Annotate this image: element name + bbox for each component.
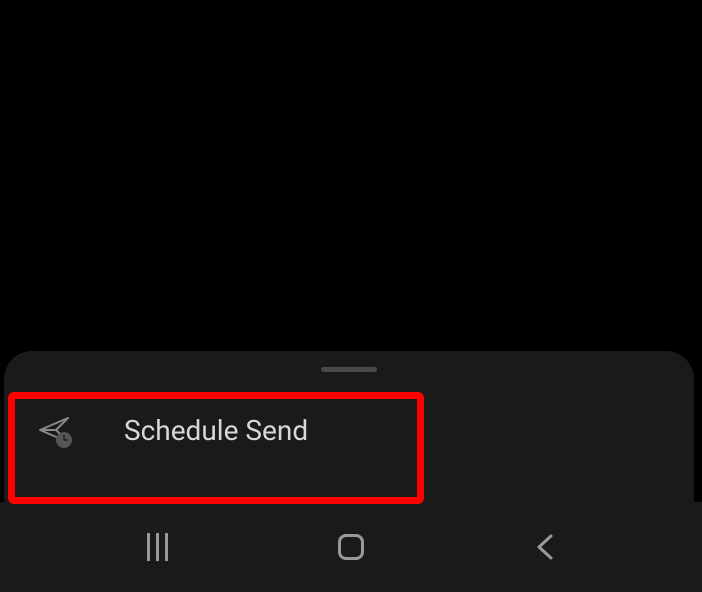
recents-button[interactable] <box>127 527 187 567</box>
home-icon <box>338 534 364 560</box>
bottom-sheet: Schedule Send <box>4 351 694 502</box>
home-button[interactable] <box>321 527 381 567</box>
navigation-bar <box>0 502 702 592</box>
back-button[interactable] <box>515 527 575 567</box>
recents-icon <box>147 533 168 561</box>
drag-handle[interactable] <box>321 367 377 372</box>
schedule-send-label: Schedule Send <box>124 414 308 447</box>
back-icon <box>535 532 555 562</box>
plane-clock-icon <box>36 410 76 450</box>
schedule-send-menu-item[interactable]: Schedule Send <box>4 388 694 472</box>
